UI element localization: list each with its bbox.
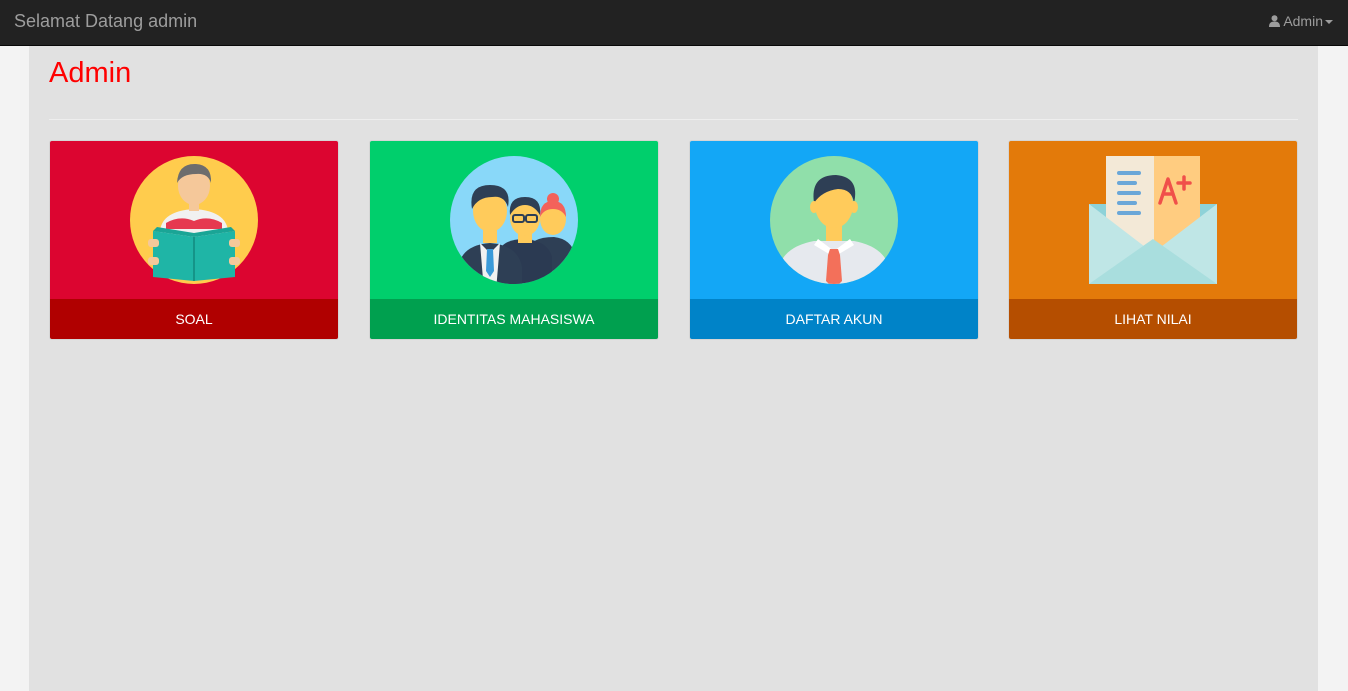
tile-daftar-akun[interactable]: DAFTAR AKUN (690, 141, 978, 339)
tile-identitas-mahasiswa-art (370, 141, 658, 299)
tile-lihat-nilai[interactable]: LIHAT NILAI (1009, 141, 1297, 339)
tile-soal-label: SOAL (50, 299, 338, 339)
top-navbar: Selamat Datang admin Admin (0, 0, 1348, 46)
tile-lihat-nilai-art (1009, 141, 1297, 299)
divider (49, 119, 1298, 120)
student-reading-book-icon (130, 156, 258, 284)
tile-lihat-nilai-label: LIHAT NILAI (1009, 299, 1297, 339)
user-icon (1269, 15, 1281, 27)
tile-identitas-mahasiswa-label: IDENTITAS MAHASISWA (370, 299, 658, 339)
navbar-brand[interactable]: Selamat Datang admin (14, 11, 197, 31)
caret-down-icon (1325, 19, 1333, 24)
tile-daftar-akun-art (690, 141, 978, 299)
tile-soal[interactable]: SOAL (50, 141, 338, 339)
man-with-tie-avatar-icon (770, 156, 898, 284)
envelope-grade-a-plus-icon (1089, 156, 1217, 284)
user-dropdown[interactable]: Admin (1269, 13, 1333, 29)
tile-soal-art (50, 141, 338, 299)
main-content: Admin SOAL IDENTITAS MAHASISWA DAFTAR AK… (29, 46, 1318, 691)
tile-identitas-mahasiswa[interactable]: IDENTITAS MAHASISWA (370, 141, 658, 339)
tile-daftar-akun-label: DAFTAR AKUN (690, 299, 978, 339)
user-menu-label: Admin (1283, 13, 1323, 29)
group-of-people-icon (450, 156, 578, 284)
page-title: Admin (49, 57, 132, 89)
